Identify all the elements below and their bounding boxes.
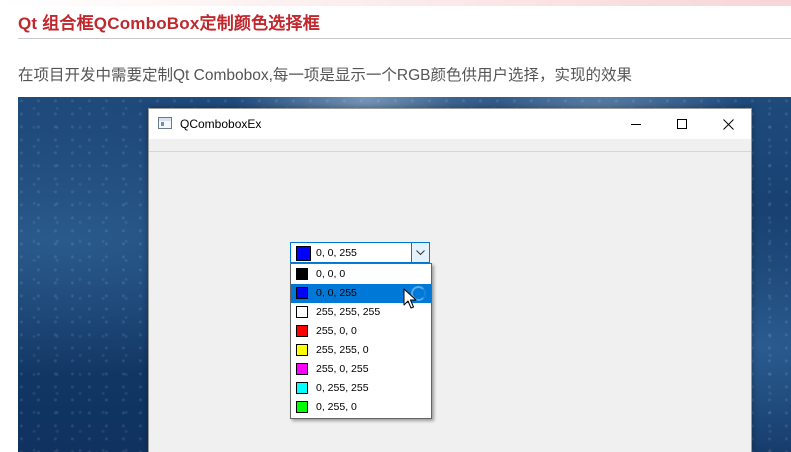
color-swatch bbox=[296, 287, 308, 299]
color-option-label: 255, 255, 0 bbox=[316, 344, 369, 356]
combobox-dropdown-button[interactable] bbox=[411, 243, 429, 262]
color-swatch bbox=[296, 325, 308, 337]
title-divider bbox=[18, 38, 791, 39]
color-swatch bbox=[296, 268, 308, 280]
page-top-strip bbox=[0, 0, 791, 6]
color-option-label: 0, 255, 255 bbox=[316, 382, 369, 394]
color-swatch bbox=[296, 363, 308, 375]
desktop-screenshot: QComboboxEx 0, 0, 255 0, 0, 0 0, 0, 255 … bbox=[18, 97, 791, 452]
color-option-label: 0, 0, 255 bbox=[316, 287, 357, 299]
color-swatch bbox=[296, 306, 308, 318]
color-option[interactable]: 255, 255, 0 bbox=[291, 341, 431, 360]
color-option-label: 0, 0, 0 bbox=[316, 268, 346, 280]
color-option-label: 0, 255, 0 bbox=[316, 401, 357, 413]
color-option[interactable]: 255, 0, 0 bbox=[291, 322, 431, 341]
color-swatch bbox=[296, 344, 308, 356]
minimize-button[interactable] bbox=[613, 109, 659, 139]
chevron-down-icon bbox=[416, 249, 425, 255]
window-app-icon bbox=[158, 117, 172, 129]
mouse-cursor-icon bbox=[403, 288, 417, 309]
combobox-popup-list: 0, 0, 0 0, 0, 255 255, 255, 255 255, 0, … bbox=[290, 263, 432, 419]
close-icon bbox=[722, 118, 734, 130]
combobox-color-swatch bbox=[296, 246, 311, 261]
color-swatch bbox=[296, 401, 308, 413]
color-option-label: 255, 0, 255 bbox=[316, 363, 369, 375]
minimize-icon bbox=[631, 124, 641, 125]
close-button[interactable] bbox=[705, 109, 751, 139]
app-window: QComboboxEx 0, 0, 255 0, 0, 0 0, 0, 255 … bbox=[148, 108, 752, 452]
color-swatch bbox=[296, 382, 308, 394]
color-combobox[interactable]: 0, 0, 255 bbox=[290, 242, 430, 263]
window-menubar bbox=[149, 139, 751, 152]
maximize-button[interactable] bbox=[659, 109, 705, 139]
color-option[interactable]: 0, 255, 0 bbox=[291, 398, 431, 417]
combobox-selected-label: 0, 0, 255 bbox=[316, 247, 357, 259]
article-description: 在项目开发中需要定制Qt Combobox,每一项是显示一个RGB颜色供用户选择… bbox=[18, 67, 633, 84]
window-titlebar[interactable]: QComboboxEx bbox=[149, 109, 751, 139]
color-option[interactable]: 255, 0, 255 bbox=[291, 360, 431, 379]
window-title: QComboboxEx bbox=[180, 117, 262, 131]
color-option-label: 255, 255, 255 bbox=[316, 306, 381, 318]
color-option-label: 255, 0, 0 bbox=[316, 325, 357, 337]
article-title: Qt 组合框QComboBox定制颜色选择框 bbox=[18, 14, 320, 33]
color-option[interactable]: 0, 255, 255 bbox=[291, 379, 431, 398]
color-option[interactable]: 0, 0, 0 bbox=[291, 265, 431, 284]
maximize-icon bbox=[677, 119, 687, 129]
